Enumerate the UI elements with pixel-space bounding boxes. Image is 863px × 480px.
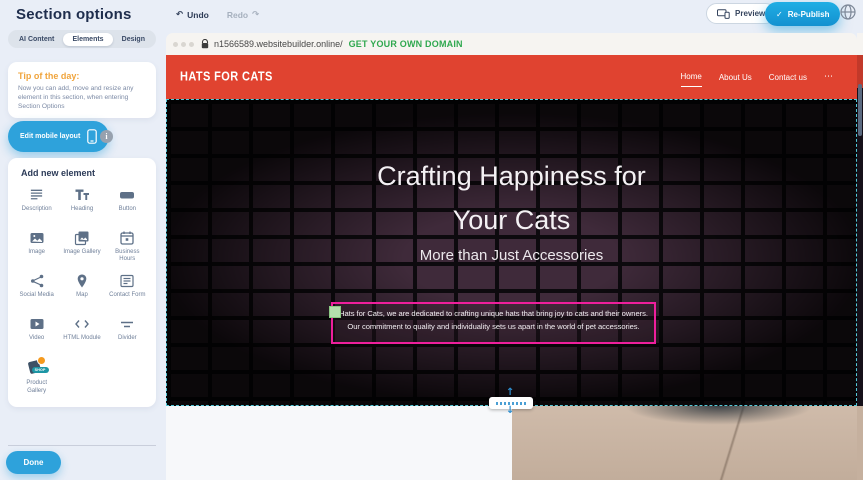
window-dots <box>173 42 194 47</box>
tip-title: Tip of the day: <box>18 71 146 81</box>
map-pin-icon <box>73 272 90 289</box>
nav-more-icon[interactable]: ⋯ <box>824 72 833 82</box>
app-window: Section options ↶ Undo Redo ↷ Preview ✓ … <box>0 0 863 480</box>
element-heading[interactable]: Heading <box>59 186 104 220</box>
element-divider[interactable]: Divider <box>105 315 150 349</box>
phone-icon <box>87 129 97 144</box>
browser-chrome: n1566589.websitebuilder.online/ GET YOUR… <box>166 33 857 55</box>
image-icon <box>28 229 45 246</box>
devices-icon <box>717 9 730 19</box>
element-map[interactable]: Map <box>59 272 104 306</box>
element-description[interactable]: Description <box>14 186 59 220</box>
description-icon <box>28 186 45 203</box>
element-business-hours[interactable]: Business Hours <box>105 229 150 263</box>
site-nav: Home About Us Contact us ⋯ <box>681 55 834 99</box>
heading-icon <box>73 186 90 203</box>
scrollbar-track <box>857 406 863 480</box>
business-hours-icon <box>119 229 136 246</box>
tab-design[interactable]: Design <box>113 33 154 46</box>
info-icon[interactable]: i <box>100 130 113 143</box>
redo-button[interactable]: Redo ↷ <box>221 8 265 22</box>
element-html-module[interactable]: HTML Module <box>59 315 104 349</box>
scrollbar-track <box>857 33 863 55</box>
element-button[interactable]: Button <box>105 186 150 220</box>
globe-icon <box>839 3 857 21</box>
shop-badge: SHOP <box>32 367 49 373</box>
code-icon <box>73 315 90 332</box>
nav-home[interactable]: Home <box>681 72 702 87</box>
hero-subtitle: More than Just Accessories <box>167 247 856 264</box>
element-grid: Description Heading Button <box>14 186 150 395</box>
next-section-image <box>512 406 857 480</box>
image-gallery-icon <box>73 229 90 246</box>
resize-arrow-down-icon: ↓ <box>506 405 514 416</box>
redo-icon: ↷ <box>252 10 259 20</box>
element-image[interactable]: Image <box>14 229 59 263</box>
video-icon <box>28 315 45 332</box>
sidebar-tab-bar: AI Content Elements Design <box>8 30 156 48</box>
address-bar-url[interactable]: n1566589.websitebuilder.online/ <box>214 39 343 49</box>
element-drag-handle[interactable] <box>329 306 341 318</box>
hero-title: Crafting Happiness for Your Cats <box>167 155 856 242</box>
element-image-gallery[interactable]: Image Gallery <box>59 229 104 263</box>
site-logo[interactable]: HATS FOR CATS <box>180 70 273 84</box>
page-title: Section options <box>16 6 132 23</box>
social-media-icon <box>28 272 45 289</box>
undo-button[interactable]: ↶ Undo <box>170 8 215 22</box>
element-social-media[interactable]: Social Media <box>14 272 59 306</box>
edit-mobile-layout-button[interactable]: Edit mobile layout <box>8 121 109 152</box>
scrollbar-track <box>857 0 863 33</box>
republish-button[interactable]: ✓ Re-Publish <box>765 2 840 26</box>
product-gallery-icon: SHOP <box>27 358 47 377</box>
contact-form-icon <box>119 272 136 289</box>
nav-contact-us[interactable]: Contact us <box>769 73 807 82</box>
nav-about-us[interactable]: About Us <box>719 73 752 82</box>
next-section-background <box>166 406 512 480</box>
sidebar-divider <box>8 445 156 446</box>
site-header: HATS FOR CATS Home About Us Contact us ⋯ <box>166 55 857 99</box>
add-element-title: Add new element <box>21 168 150 178</box>
get-domain-link[interactable]: GET YOUR OWN DOMAIN <box>349 39 463 49</box>
hero-section[interactable]: Crafting Happiness for Your Cats More th… <box>166 99 857 406</box>
check-icon: ✓ <box>776 10 783 19</box>
element-video[interactable]: Video <box>14 315 59 349</box>
tab-elements[interactable]: Elements <box>63 33 112 46</box>
divider-icon <box>119 315 136 332</box>
preview-scrollbar <box>857 0 863 480</box>
add-element-panel: Add new element Description Heading <box>8 158 156 407</box>
undo-icon: ↶ <box>176 10 183 20</box>
tab-ai-content[interactable]: AI Content <box>10 33 63 46</box>
selected-text-element[interactable]: Hats for Cats, we are dedicated to craft… <box>331 302 656 344</box>
tip-body: Now you can add, move and resize any ele… <box>18 85 146 112</box>
tip-of-the-day-card: Tip of the day: Now you can add, move an… <box>8 62 156 118</box>
element-product-gallery[interactable]: SHOP Product Gallery <box>14 358 59 394</box>
history-controls: ↶ Undo Redo ↷ <box>170 8 265 22</box>
lock-icon <box>201 39 209 49</box>
button-icon <box>119 186 136 203</box>
notification-badge <box>37 356 46 365</box>
language-globe-button[interactable] <box>839 3 857 21</box>
scrollbar-thumb[interactable] <box>858 84 862 136</box>
done-button[interactable]: Done <box>6 451 61 474</box>
element-contact-form[interactable]: Contact Form <box>105 272 150 306</box>
